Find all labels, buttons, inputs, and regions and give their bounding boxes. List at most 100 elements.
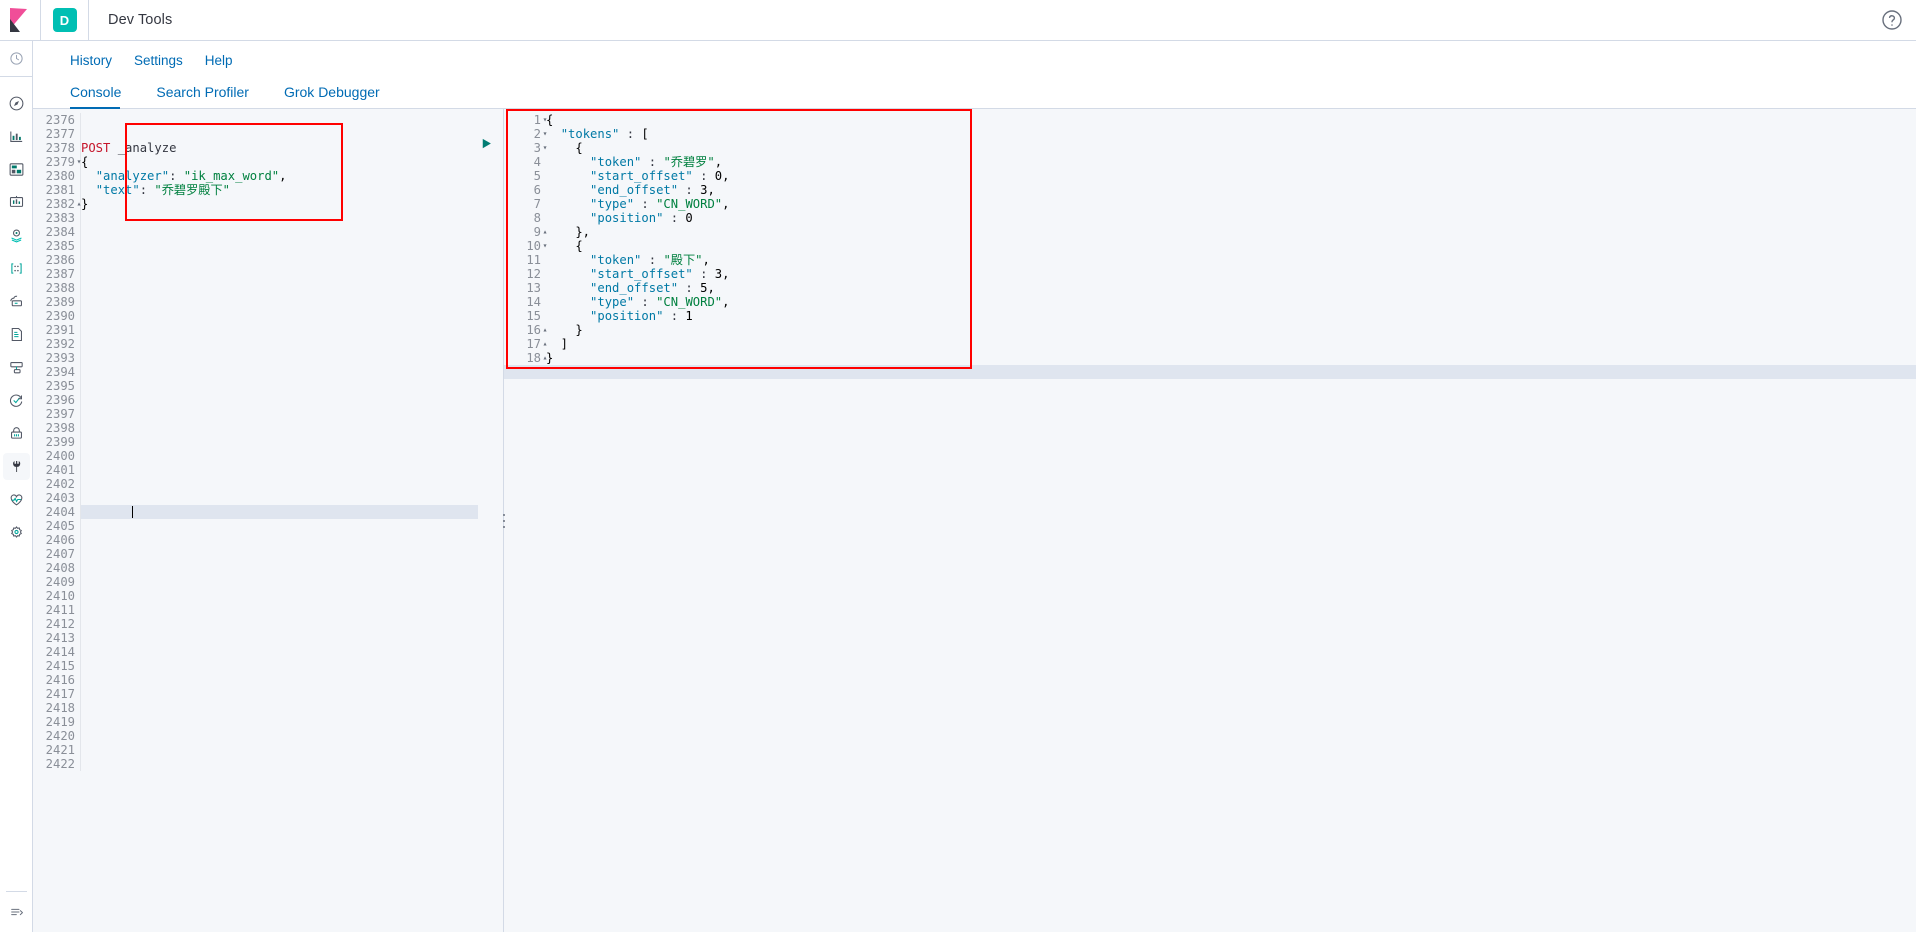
code-line: "start_offset" : 0, — [546, 169, 1916, 183]
line-number: 2422 — [33, 757, 75, 771]
code-line — [81, 253, 503, 267]
space-switcher-button[interactable]: D — [41, 0, 89, 40]
line-number: 2416 — [33, 673, 75, 687]
sidebar-item-dev-tools[interactable] — [3, 453, 30, 480]
security-lock-icon — [8, 425, 25, 442]
line-number: 2382▴ — [33, 197, 75, 211]
line-number: 2395 — [33, 379, 75, 393]
space-badge: D — [53, 8, 77, 32]
code-line: { — [546, 113, 1916, 127]
sidebar-item-logs[interactable] — [3, 321, 30, 348]
subnav-history[interactable]: History — [70, 53, 112, 68]
code-line — [81, 729, 503, 743]
sidebar-item-visualize[interactable] — [3, 123, 30, 150]
code-line — [81, 631, 503, 645]
sidebar-divider — [6, 891, 27, 892]
code-line — [81, 715, 503, 729]
code-line — [81, 351, 503, 365]
sidebar-item-infrastructure[interactable] — [3, 288, 30, 315]
heart-pulse-icon — [8, 491, 25, 508]
sidebar-item-dashboard[interactable] — [3, 156, 30, 183]
help-circle-icon[interactable] — [1880, 8, 1904, 32]
sidebar-recently-viewed[interactable] — [0, 41, 33, 77]
code-line: POST _analyze — [81, 141, 503, 155]
sidebar-collapse-button[interactable] — [0, 904, 33, 920]
line-number: 2394 — [33, 365, 75, 379]
code-line — [81, 113, 503, 127]
code-line — [81, 281, 503, 295]
response-editor-scroll[interactable]: 1▾2▾3▾456789▴10▾111213141516▴17▴18▴19 { … — [504, 109, 1916, 932]
editor-splitter[interactable] — [499, 109, 509, 932]
code-line: "start_offset" : 3, — [546, 267, 1916, 281]
line-number: 2379▾ — [33, 155, 75, 169]
tab-grok-debugger[interactable]: Grok Debugger — [284, 85, 397, 108]
console-editors: 2376237723782379▾238023812382▴2383238423… — [33, 109, 1916, 932]
http-method: POST — [81, 141, 110, 155]
sidebar-item-maps[interactable] — [3, 222, 30, 249]
code-line: ] — [546, 337, 1916, 351]
sidebar-item-management[interactable] — [3, 519, 30, 546]
subnav-help[interactable]: Help — [205, 53, 233, 68]
tab-console[interactable]: Console — [70, 85, 138, 108]
sidebar-item-machine-learning[interactable] — [3, 255, 30, 282]
play-run-icon[interactable] — [479, 136, 494, 151]
sidebar-item-monitoring[interactable] — [3, 486, 30, 513]
code-line — [81, 575, 503, 589]
code-line: "position" : 0 — [546, 211, 1916, 225]
sidebar-item-uptime[interactable] — [3, 387, 30, 414]
sidebar-item-apm[interactable] — [3, 354, 30, 381]
line-number: 7 — [504, 197, 541, 211]
sidebar-item-siem[interactable] — [3, 420, 30, 447]
tab-search-profiler[interactable]: Search Profiler — [156, 85, 266, 108]
request-editor-pane[interactable]: 2376237723782379▾238023812382▴2383238423… — [33, 109, 504, 932]
code-line — [81, 477, 503, 491]
line-number: 2407 — [33, 547, 75, 561]
sidebar-item-discover[interactable] — [3, 90, 30, 117]
code-line: "type" : "CN_WORD", — [546, 295, 1916, 309]
line-number: 2385 — [33, 239, 75, 253]
header-actions — [1880, 8, 1904, 32]
line-number: 2387 — [33, 267, 75, 281]
line-number: 2400 — [33, 449, 75, 463]
code-line: "type" : "CN_WORD", — [546, 197, 1916, 211]
code-line — [81, 561, 503, 575]
sidebar-top-group — [0, 41, 32, 546]
response-line-numbers: 1▾2▾3▾456789▴10▾111213141516▴17▴18▴19 — [504, 113, 546, 379]
code-line — [81, 491, 503, 505]
line-number: 2414 — [33, 645, 75, 659]
line-number: 18▴ — [504, 351, 541, 365]
line-number: 14 — [504, 295, 541, 309]
code-line — [81, 435, 503, 449]
line-number: 2386 — [33, 253, 75, 267]
line-number: 11 — [504, 253, 541, 267]
bar-chart-icon — [8, 128, 25, 145]
code-line: } — [546, 351, 1916, 365]
code-line: { — [546, 141, 1916, 155]
response-code[interactable]: 1▾2▾3▾456789▴10▾111213141516▴17▴18▴19 { … — [504, 109, 1916, 379]
request-editor-scroll[interactable]: 2376237723782379▾238023812382▴2383238423… — [33, 109, 503, 932]
line-number: 2388 — [33, 281, 75, 295]
line-number: 2378 — [33, 141, 75, 155]
line-number: 4 — [504, 155, 541, 169]
code-line — [81, 407, 503, 421]
line-number: 5 — [504, 169, 541, 183]
line-number: 2405 — [33, 519, 75, 533]
code-line — [81, 645, 503, 659]
request-code[interactable]: 2376237723782379▾238023812382▴2383238423… — [33, 109, 503, 771]
sidebar-item-canvas[interactable] — [3, 189, 30, 216]
request-code-lines[interactable]: POST _analyze{ "analyzer": "ik_max_word"… — [81, 113, 503, 771]
code-line: "end_offset" : 3, — [546, 183, 1916, 197]
code-line: }, — [546, 225, 1916, 239]
line-number: 17▴ — [504, 337, 541, 351]
clock-recent-icon — [9, 51, 24, 66]
subnav-settings[interactable]: Settings — [134, 53, 183, 68]
line-number: 2384 — [33, 225, 75, 239]
response-editor-pane[interactable]: 1▾2▾3▾456789▴10▾111213141516▴17▴18▴19 { … — [504, 109, 1916, 932]
uptime-check-icon — [8, 392, 25, 409]
code-line — [81, 687, 503, 701]
line-number: 2412 — [33, 617, 75, 631]
dev-tools-tabs: Console Search Profiler Grok Debugger — [33, 73, 1916, 109]
code-line — [81, 225, 503, 239]
line-number: 2413 — [33, 631, 75, 645]
kibana-logo-button[interactable] — [0, 0, 41, 40]
